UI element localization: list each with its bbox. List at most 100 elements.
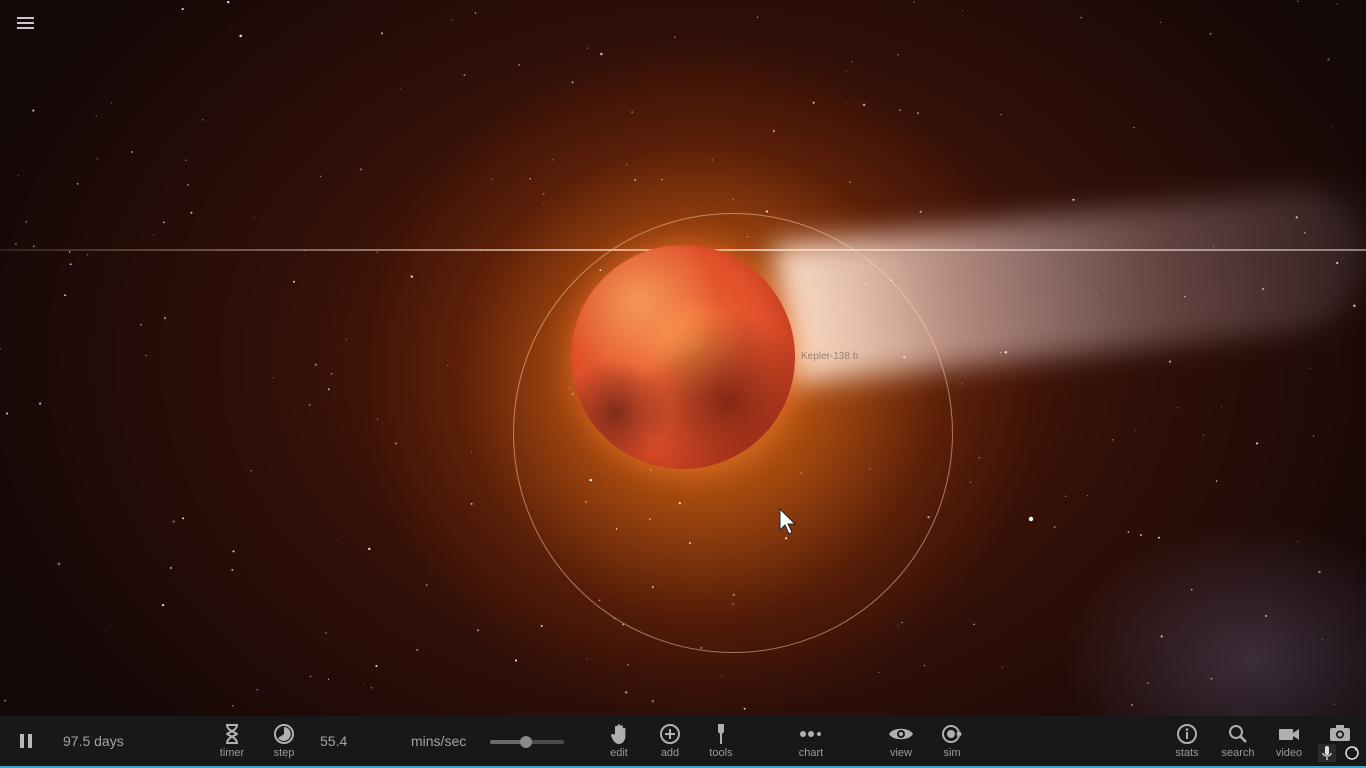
star <box>250 470 252 472</box>
star <box>229 26 231 28</box>
speed-value[interactable]: 55.4 <box>320 716 347 766</box>
star <box>68 251 71 253</box>
star <box>851 61 854 63</box>
star <box>720 674 722 676</box>
mouse-cursor-icon <box>779 508 797 535</box>
star <box>627 663 629 666</box>
star <box>1111 438 1114 441</box>
star <box>711 159 713 161</box>
star <box>370 687 373 689</box>
star <box>1000 114 1002 116</box>
star <box>626 164 628 166</box>
star <box>463 73 466 77</box>
simulation-viewport[interactable]: Kepler-138 b <box>0 0 1366 716</box>
pause-button[interactable] <box>14 730 38 752</box>
speed-slider[interactable] <box>490 736 564 748</box>
planet-label[interactable]: Kepler-138 b <box>801 351 858 362</box>
magnifier-icon <box>1229 725 1247 743</box>
tool-icon <box>718 724 724 744</box>
view-label: view <box>889 747 912 759</box>
star <box>39 402 42 405</box>
bright-star <box>1028 516 1034 522</box>
star <box>542 192 545 195</box>
chart-button[interactable]: chart <box>794 716 828 766</box>
star <box>571 81 574 84</box>
timer-button[interactable]: timer <box>215 716 249 766</box>
stats-button[interactable]: stats <box>1170 716 1204 766</box>
star <box>1001 666 1003 668</box>
star <box>272 377 275 379</box>
view-button[interactable]: view <box>884 716 918 766</box>
star <box>163 316 167 320</box>
star <box>961 383 963 385</box>
star <box>184 159 187 162</box>
speed-unit[interactable]: mins/sec <box>411 716 466 766</box>
star <box>32 109 35 112</box>
star <box>862 103 866 107</box>
camera-icon[interactable] <box>1328 723 1352 743</box>
star <box>95 115 97 117</box>
star <box>1177 407 1179 409</box>
sim-button[interactable]: sim <box>935 716 969 766</box>
star <box>380 32 384 35</box>
star <box>232 550 235 553</box>
star <box>104 630 106 632</box>
star <box>425 584 428 586</box>
star <box>743 707 746 710</box>
add-button[interactable]: add <box>653 716 687 766</box>
star <box>1053 526 1056 529</box>
video-label: video <box>1275 747 1303 759</box>
edit-button[interactable]: edit <box>602 716 636 766</box>
hand-icon <box>610 724 626 744</box>
star <box>631 111 633 113</box>
star <box>169 566 173 570</box>
star <box>376 418 379 420</box>
star <box>470 450 472 452</box>
star <box>845 101 847 103</box>
info-icon <box>1177 724 1197 744</box>
star <box>1353 304 1356 308</box>
refresh-icon[interactable] <box>1342 744 1362 762</box>
star <box>96 158 98 160</box>
stats-label: stats <box>1175 747 1199 759</box>
star <box>375 665 378 668</box>
step-button[interactable]: step <box>267 716 301 766</box>
star <box>1080 16 1083 19</box>
star <box>924 664 926 666</box>
star <box>5 412 9 415</box>
edit-label: edit <box>610 747 628 759</box>
video-button[interactable]: video <box>1272 716 1306 766</box>
speed-slider-handle[interactable] <box>519 736 532 748</box>
tools-button[interactable]: tools <box>704 716 738 766</box>
microphone-icon[interactable] <box>1318 744 1336 762</box>
star <box>231 568 234 571</box>
star <box>732 199 735 201</box>
star <box>1168 360 1172 363</box>
star <box>849 181 851 183</box>
star <box>674 36 676 38</box>
star <box>161 603 165 607</box>
star <box>1202 434 1204 436</box>
star <box>1336 3 1338 5</box>
star <box>319 175 322 178</box>
star <box>1327 58 1330 61</box>
star <box>1310 367 1312 369</box>
star <box>897 625 899 627</box>
star <box>69 263 72 266</box>
star <box>586 47 588 49</box>
bottom-toolbar: 97.5 days timer step 55.4 mins/sec edit … <box>0 716 1366 768</box>
star <box>878 671 880 673</box>
star <box>111 102 113 104</box>
star <box>314 363 318 366</box>
star <box>130 150 134 154</box>
star <box>898 109 902 112</box>
star <box>139 323 143 326</box>
planet-body[interactable] <box>571 245 795 469</box>
star <box>186 183 189 186</box>
star <box>308 404 311 406</box>
orbit-icon <box>942 725 962 743</box>
half-circle-icon <box>274 724 294 744</box>
menu-button[interactable] <box>14 14 38 36</box>
search-button[interactable]: search <box>1218 716 1258 766</box>
star <box>57 562 61 566</box>
